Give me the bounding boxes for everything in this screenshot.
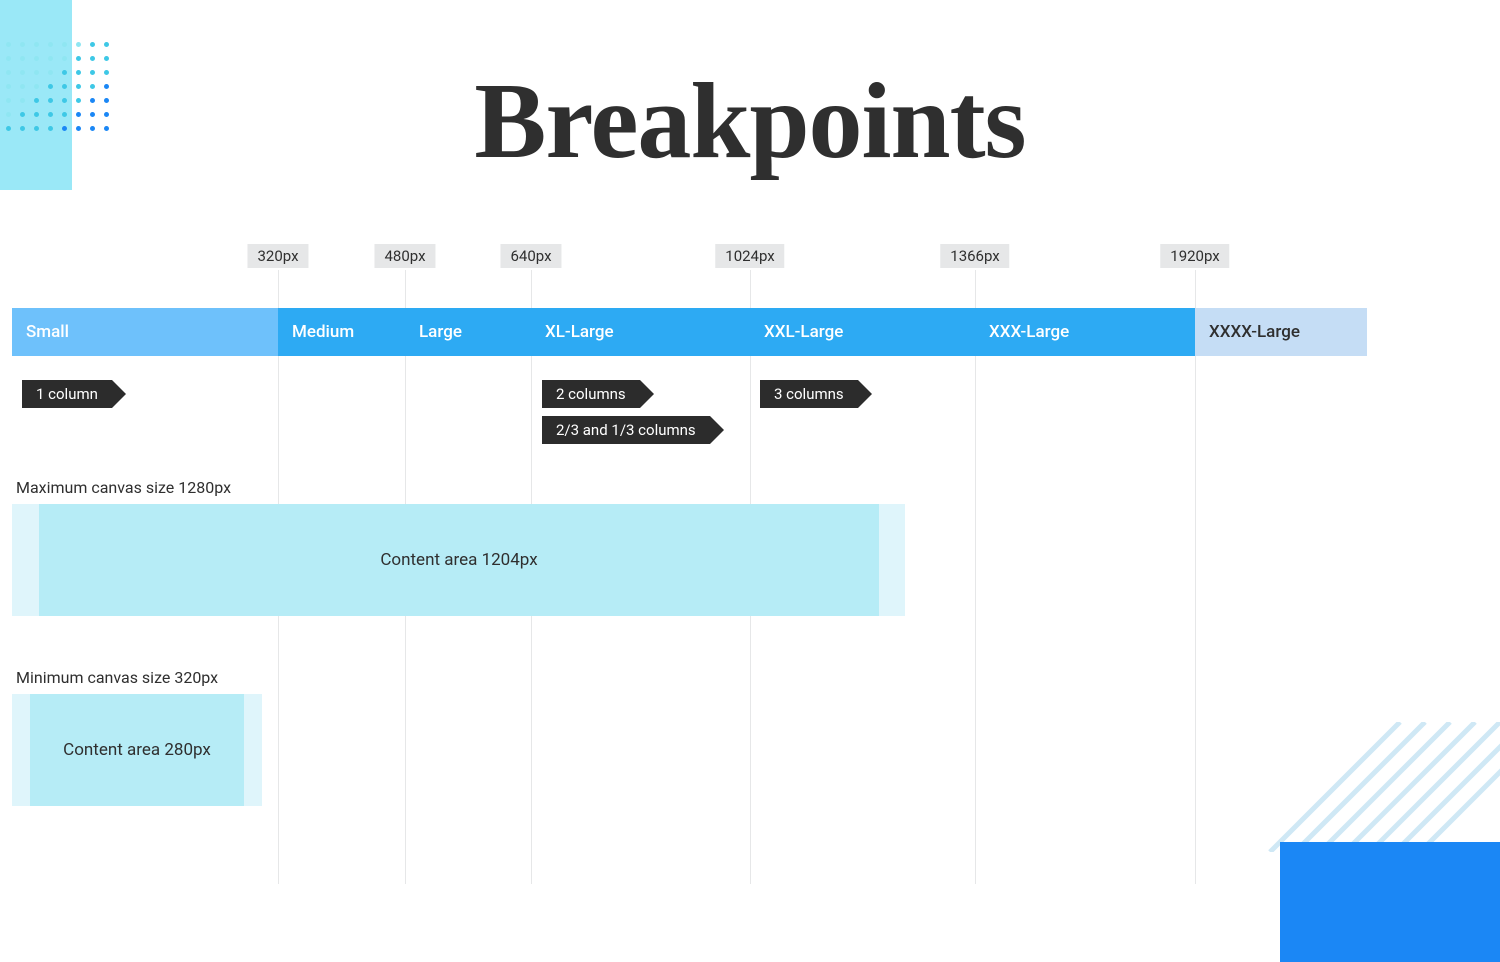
marker-1366: 1366px <box>940 244 1009 268</box>
marker-480: 480px <box>374 244 435 268</box>
breakpoint-large: Large <box>405 308 531 356</box>
tag-1-column: 1 column <box>22 380 112 408</box>
min-canvas-inner: Content area 280px <box>30 694 244 806</box>
marker-1024: 1024px <box>715 244 784 268</box>
label-min-canvas: Minimum canvas size 320px <box>16 668 218 687</box>
page-title: Breakpoints <box>0 60 1500 184</box>
vline-1366 <box>975 270 976 884</box>
tag-2-columns: 2 columns <box>542 380 640 408</box>
breakpoint-xl: XL-Large <box>531 308 750 356</box>
label-max-canvas: Maximum canvas size 1280px <box>16 478 231 497</box>
tag-2-3-1-3: 2/3 and 1/3 columns <box>542 416 710 444</box>
breakpoint-xxxxl: XXXX-Large <box>1195 308 1367 356</box>
vline-1920 <box>1195 270 1196 884</box>
max-canvas-inner: Content area 1204px <box>39 504 879 616</box>
breakpoint-xxl: XXL-Large <box>750 308 975 356</box>
marker-1920: 1920px <box>1160 244 1229 268</box>
breakpoint-medium: Medium <box>278 308 405 356</box>
tag-3-columns: 3 columns <box>760 380 858 408</box>
breakpoint-xxxl: XXX-Large <box>975 308 1195 356</box>
breakpoints-diagram: 320px 480px 640px 1024px 1366px 1920px S… <box>12 244 1367 884</box>
breakpoint-small: Small <box>12 308 278 356</box>
marker-320: 320px <box>247 244 308 268</box>
marker-640: 640px <box>500 244 561 268</box>
